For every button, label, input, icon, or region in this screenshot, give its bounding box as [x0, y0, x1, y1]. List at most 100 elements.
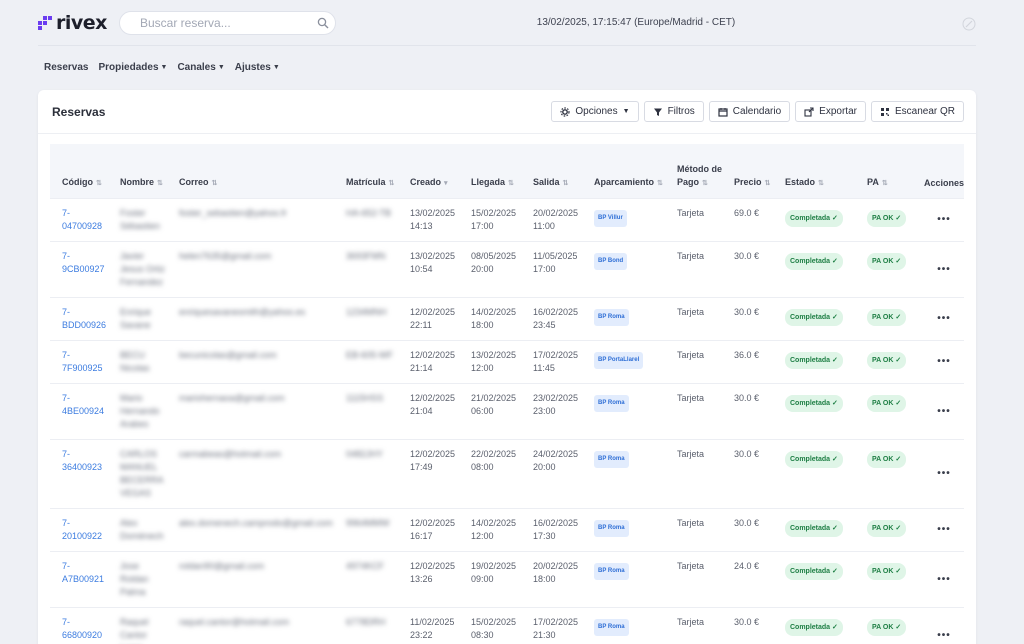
- cell-metodo: Tarjeta: [665, 438, 722, 508]
- export-icon: [804, 106, 814, 117]
- column-header-pa[interactable]: PA ⇅: [855, 144, 912, 198]
- table-row[interactable]: 7-66800920 Raquel Cantor Lorez raquel.cant…: [50, 606, 964, 644]
- cell-salida: 16/02/2025 23:45: [521, 296, 582, 340]
- user-menu-icon[interactable]: [962, 17, 976, 31]
- column-header-aparcamiento[interactable]: Aparcamiento ⇅: [582, 144, 665, 198]
- row-actions-menu-icon[interactable]: •••: [924, 405, 964, 418]
- table-row[interactable]: 7-A7B00921 Jose Roldan Palma roldan90@gmai…: [50, 550, 964, 607]
- column-header-acciones[interactable]: Acciones: [912, 144, 964, 198]
- cell-codigo[interactable]: 7-04700928: [50, 197, 108, 241]
- gear-icon: [560, 106, 570, 117]
- cell-aparcamiento: BP Roma: [582, 606, 665, 644]
- redacted-matricula: 3693FMN: [346, 250, 386, 261]
- table-row[interactable]: 7-4BE00924 Mario Hernando Arabes mariohern…: [50, 382, 964, 439]
- escanear-qr-button[interactable]: Escanear QR: [870, 101, 964, 122]
- cell-codigo[interactable]: 7-36400923: [50, 438, 108, 508]
- cell-nombre: Jose Roldan Palma: [108, 550, 167, 607]
- table-row[interactable]: 7-36400923 CARLOS MANUEL BECERRA VEGAS car…: [50, 438, 964, 508]
- calendario-button[interactable]: Calendario: [708, 101, 791, 122]
- column-label: Llegada: [471, 176, 506, 187]
- redacted-matricula: 1234MNH: [346, 306, 387, 317]
- cell-pa: PA OK ✓: [855, 296, 912, 340]
- cell-codigo[interactable]: 7-9CB00927: [50, 240, 108, 297]
- cell-pa: PA OK ✓: [855, 606, 912, 644]
- cell-precio: 30.0 €: [722, 507, 773, 551]
- calendario-label: Calendario: [732, 106, 782, 117]
- cell-codigo[interactable]: 7-66800920: [50, 606, 108, 644]
- cell-salida: 17/02/2025 11:45: [521, 339, 582, 383]
- pa-badge: PA OK ✓: [867, 351, 907, 369]
- opciones-button[interactable]: Opciones ▼: [551, 101, 639, 122]
- nav-item-ajustes[interactable]: Ajustes ▼: [235, 62, 280, 73]
- nav-item-canales[interactable]: Canales ▼: [177, 62, 224, 73]
- row-actions-menu-icon[interactable]: •••: [924, 467, 964, 480]
- table-row[interactable]: 7-BDD00926 Enrique Savane enriquesavanesmi…: [50, 296, 964, 340]
- row-actions-menu-icon[interactable]: •••: [924, 523, 964, 536]
- table-row[interactable]: 7-9CB00927 Javier Jesus Ortiz Fernandez he…: [50, 240, 964, 297]
- table-row[interactable]: 7-20100922 Alex Domènech alex.domenech.cam…: [50, 507, 964, 551]
- cell-codigo[interactable]: 7-A7B00921: [50, 550, 108, 607]
- redacted-nombre: Mario Hernando Arabes: [120, 392, 160, 429]
- status-badge: Completada ✓: [785, 394, 843, 412]
- cell-aparcamiento: BP Roma: [582, 438, 665, 508]
- cell-codigo[interactable]: 7-4BE00924: [50, 382, 108, 439]
- column-header-creado[interactable]: Creado ▾: [398, 144, 459, 198]
- cell-estado: Completada ✓: [773, 507, 855, 551]
- table-row[interactable]: 7-04700928 Foster Sébastien foster_sebasti…: [50, 197, 964, 241]
- column-header-estado[interactable]: Estado ⇅: [773, 144, 855, 198]
- logo[interactable]: rivex: [38, 12, 107, 34]
- cell-creado: 12/02/2025 22:11: [398, 296, 459, 340]
- column-header-salida[interactable]: Salida ⇅: [521, 144, 582, 198]
- nav-label: Ajustes: [234, 62, 271, 73]
- redacted-nombre: Foster Sébastien: [120, 207, 161, 231]
- table-row[interactable]: 7-7F900925 BECU Nicolas becunicolas@gmail.…: [50, 339, 964, 383]
- cell-metodo: Tarjeta: [665, 382, 722, 439]
- cell-matricula: 1115HSS: [334, 382, 398, 439]
- column-label: Método de Pago: [677, 163, 722, 187]
- search-icon[interactable]: [317, 17, 329, 29]
- redacted-nombre: CARLOS MANUEL BECERRA VEGAS: [120, 448, 164, 498]
- column-header-correo[interactable]: Correo ⇅: [167, 144, 334, 198]
- header-divider: [38, 45, 976, 46]
- column-header-metodo[interactable]: Método de Pago ⇅: [665, 144, 722, 198]
- row-actions-menu-icon[interactable]: •••: [924, 312, 964, 325]
- cell-codigo[interactable]: 7-7F900925: [50, 339, 108, 383]
- page-title: Reservas: [52, 105, 106, 119]
- cell-precio: 30.0 €: [722, 382, 773, 439]
- column-header-llegada[interactable]: Llegada ⇅: [459, 144, 521, 198]
- escanear-qr-label: Escanear QR: [894, 106, 955, 117]
- column-label: PA: [867, 176, 879, 187]
- cell-acciones: •••: [912, 438, 964, 508]
- caret-down-icon: ▼: [272, 64, 280, 71]
- filtros-button[interactable]: Filtros: [643, 101, 704, 122]
- cell-estado: Completada ✓: [773, 197, 855, 241]
- sort-icon: ⇅: [764, 179, 771, 187]
- nav-item-propiedades[interactable]: Propiedades ▼: [98, 62, 167, 73]
- cell-nombre: Foster Sébastien: [108, 197, 167, 241]
- row-actions-menu-icon[interactable]: •••: [924, 573, 964, 586]
- row-actions-menu-icon[interactable]: •••: [924, 263, 964, 276]
- cell-codigo[interactable]: 7-BDD00926: [50, 296, 108, 340]
- row-actions-menu-icon[interactable]: •••: [924, 355, 964, 368]
- redacted-matricula: 4974KCF: [346, 560, 385, 571]
- sort-icon: ⇅: [388, 179, 395, 187]
- cell-creado: 12/02/2025 21:14: [398, 339, 459, 383]
- cell-codigo[interactable]: 7-20100922: [50, 507, 108, 551]
- search-input[interactable]: [140, 12, 320, 34]
- nav-item-reservas[interactable]: Reservas: [44, 62, 88, 73]
- cell-metodo: Tarjeta: [665, 296, 722, 340]
- cell-correo: becunicolas@gmail.com: [167, 339, 334, 383]
- cell-correo: raquel.cantor@hotmail.com: [167, 606, 334, 644]
- row-actions-menu-icon[interactable]: •••: [924, 629, 964, 642]
- card-divider: [38, 133, 976, 134]
- cell-llegada: 21/02/2025 06:00: [459, 382, 521, 439]
- column-header-precio[interactable]: Precio ⇅: [722, 144, 773, 198]
- row-actions-menu-icon[interactable]: •••: [924, 213, 964, 226]
- exportar-label: Exportar: [819, 106, 857, 117]
- exportar-button[interactable]: Exportar: [795, 101, 866, 122]
- cell-matricula: 1234MNH: [334, 296, 398, 340]
- column-header-codigo[interactable]: Código ⇅: [50, 144, 108, 198]
- sort-icon: ⇅: [562, 179, 569, 187]
- column-header-nombre[interactable]: Nombre ⇅: [108, 144, 167, 198]
- column-header-matricula[interactable]: Matrícula ⇅: [334, 144, 398, 198]
